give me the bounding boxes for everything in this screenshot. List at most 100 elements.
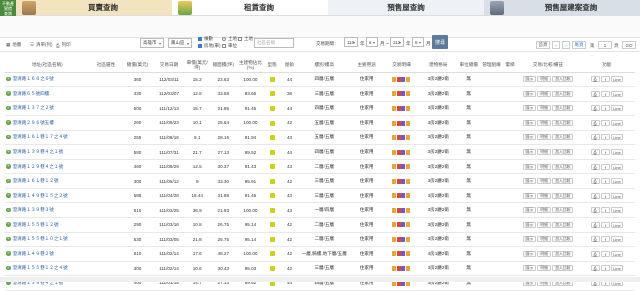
line-share-button[interactable]: Line — [611, 192, 623, 199]
add-compare-button[interactable]: 加入比較 — [552, 105, 574, 112]
line-share-button[interactable]: Line — [611, 163, 623, 170]
print-icon[interactable]: ⎙ — [590, 178, 600, 185]
price-icon[interactable] — [396, 222, 401, 228]
address-link[interactable]: 澄清路１３７之２號 — [13, 105, 54, 110]
line-share-button[interactable]: Line — [611, 221, 623, 228]
address-cell[interactable]: + 澄清路２９６號五樓 — [5, 115, 90, 131]
expand-icon[interactable]: + — [6, 164, 11, 169]
column-header[interactable]: 總面積(坪) — [209, 58, 238, 73]
price-icon[interactable] — [396, 76, 401, 82]
chart-icon[interactable] — [401, 76, 406, 82]
column-header[interactable]: 交易/比較/備註 — [517, 58, 579, 73]
expand-icon[interactable]: + — [6, 76, 11, 82]
address-cell[interactable]: + 澄清路１６８之６號 — [5, 72, 90, 88]
table-row[interactable]: + 澄清路１６１巷１２號 300 111/05/12 9 33.30 95.91 42 三層/五… — [5, 173, 635, 189]
address-link[interactable]: 澄清路６５號四樓 — [13, 91, 50, 96]
column-header[interactable]: 單價(萬元/坪) — [185, 58, 210, 73]
address-cell[interactable]: + 澄清路１２９巷４之１號 — [5, 159, 90, 175]
address-link[interactable]: 澄清路１５５巷１２號 — [13, 222, 59, 227]
address-cell[interactable]: + 澄清路１６１巷１７之４號 — [5, 130, 90, 146]
column-header[interactable]: 型態 — [263, 58, 281, 73]
detail-button[interactable]: 圖示 — [522, 149, 537, 155]
table-row[interactable]: + 澄清路１３９巷４之１號 580 111/07/31 21.7 27.13 89.52 44… — [5, 144, 635, 160]
add-compare-button[interactable]: 加入比較 — [552, 207, 574, 214]
print-icon[interactable]: ⎙ — [590, 105, 600, 112]
line-share-button[interactable]: Line — [611, 236, 623, 243]
price-icon[interactable] — [396, 91, 401, 97]
column-header[interactable]: 管理組織 — [480, 58, 503, 73]
print-icon[interactable]: ⎙ — [590, 90, 600, 97]
facebook-icon[interactable]: f — [600, 192, 610, 199]
info-icon[interactable] — [392, 251, 397, 257]
facebook-icon[interactable]: f — [600, 134, 610, 141]
compare-button[interactable]: 明細 — [537, 207, 551, 214]
facebook-icon[interactable]: f — [600, 163, 610, 170]
detail-button[interactable]: 圖示 — [522, 207, 537, 214]
add-compare-button[interactable]: 加入比較 — [552, 149, 574, 155]
info-icon[interactable] — [392, 207, 397, 213]
add-compare-button[interactable]: 加入比較 — [552, 265, 574, 272]
info-icon[interactable] — [392, 91, 397, 97]
address-cell[interactable]: + 澄清路１５５巷１０之１號 — [5, 232, 90, 248]
column-header[interactable]: 電梯 — [502, 58, 518, 73]
add-compare-button[interactable]: 加入比較 — [552, 90, 574, 97]
address-link[interactable]: 澄清路１６１巷１７之４號 — [13, 134, 68, 139]
go-button[interactable]: GO — [622, 41, 636, 49]
facebook-icon[interactable]: f — [600, 221, 610, 228]
expand-icon[interactable]: + — [6, 105, 11, 111]
price-icon[interactable] — [396, 236, 401, 242]
address-link[interactable]: 澄清路１４９巷１５之２號 — [13, 193, 68, 198]
detail-button[interactable]: 圖示 — [522, 105, 537, 112]
print-icon[interactable]: ⎙ — [590, 163, 600, 170]
table-row[interactable]: + 澄清路１４９巷２號 810 111/02/14 17.6 48.27 100.00 42 一… — [5, 246, 635, 262]
address-cell[interactable]: + 澄清路１３７之２號 — [5, 101, 90, 117]
expand-icon[interactable]: + — [6, 178, 11, 184]
facebook-icon[interactable]: f — [600, 178, 610, 185]
price-icon[interactable] — [396, 164, 401, 170]
facebook-icon[interactable]: f — [600, 250, 610, 257]
detail-button[interactable]: 圖示 — [522, 236, 537, 243]
map-view-button[interactable]: ▦ 地圖 — [6, 42, 21, 48]
line-share-button[interactable]: Line — [611, 265, 623, 272]
address-link[interactable]: 澄清路２９６號五樓 — [13, 120, 54, 125]
compare-button[interactable]: 明細 — [537, 105, 551, 112]
address-cell[interactable]: + 澄清路１４９巷２號 — [5, 246, 90, 262]
facebook-icon[interactable]: f — [600, 265, 610, 272]
address-cell[interactable]: + 澄清路１３９巷３號 — [5, 202, 90, 218]
table-row[interactable]: + 澄清路１４９巷１５之２號 588 111/04/28 18.44 31.88 91.45… — [5, 188, 635, 204]
expand-icon[interactable]: + — [6, 251, 11, 256]
compare-button[interactable]: 明細 — [537, 149, 551, 155]
chart-icon[interactable] — [401, 236, 406, 242]
print-icon[interactable]: ⎙ — [590, 207, 600, 214]
note-icon[interactable] — [405, 149, 410, 155]
tab-rent-query[interactable]: 租賃查詢 — [172, 0, 328, 15]
print-icon[interactable]: ⎙ — [590, 221, 600, 228]
compare-button[interactable]: 明細 — [537, 163, 551, 170]
compare-button[interactable]: 明細 — [537, 221, 551, 228]
table-row[interactable]: + 澄清路２９６號五樓 260 111/09/23 10.1 25.64 100.00 42 五… — [5, 115, 635, 131]
table-row[interactable]: + 澄清路６５號四樓 430 112/03/07 12.8 33.58 93.65 36 三層/… — [5, 86, 635, 102]
detail-button[interactable]: 圖示 — [522, 76, 537, 83]
facebook-icon[interactable]: f — [600, 149, 610, 155]
detail-button[interactable]: 圖示 — [522, 265, 537, 272]
address-link[interactable]: 澄清路１５５巷１０之１號 — [13, 236, 68, 241]
info-icon[interactable] — [392, 266, 397, 272]
column-header[interactable]: 建物格局 — [419, 58, 457, 73]
print-icon[interactable]: ⎙ — [590, 192, 600, 199]
chart-icon[interactable] — [401, 266, 406, 272]
facebook-icon[interactable]: f — [600, 119, 610, 126]
note-icon[interactable] — [405, 266, 410, 272]
address-cell[interactable]: + 澄清路１５５巷１２之４號 — [5, 261, 90, 277]
facebook-icon[interactable]: f — [600, 90, 610, 97]
price-icon[interactable] — [396, 106, 401, 111]
info-icon[interactable] — [392, 193, 397, 199]
print-icon[interactable]: ⎙ — [590, 149, 600, 155]
facebook-icon[interactable]: f — [600, 105, 610, 112]
line-share-button[interactable]: Line — [611, 134, 623, 141]
print-button[interactable]: ⎙ 列印 — [56, 42, 71, 48]
compare-button[interactable]: 明細 — [537, 134, 551, 141]
add-compare-button[interactable]: 加入比較 — [552, 192, 574, 199]
first-page-button[interactable]: 首頁 — [536, 41, 550, 49]
line-share-button[interactable]: Line — [611, 76, 623, 83]
info-icon[interactable] — [392, 236, 397, 242]
